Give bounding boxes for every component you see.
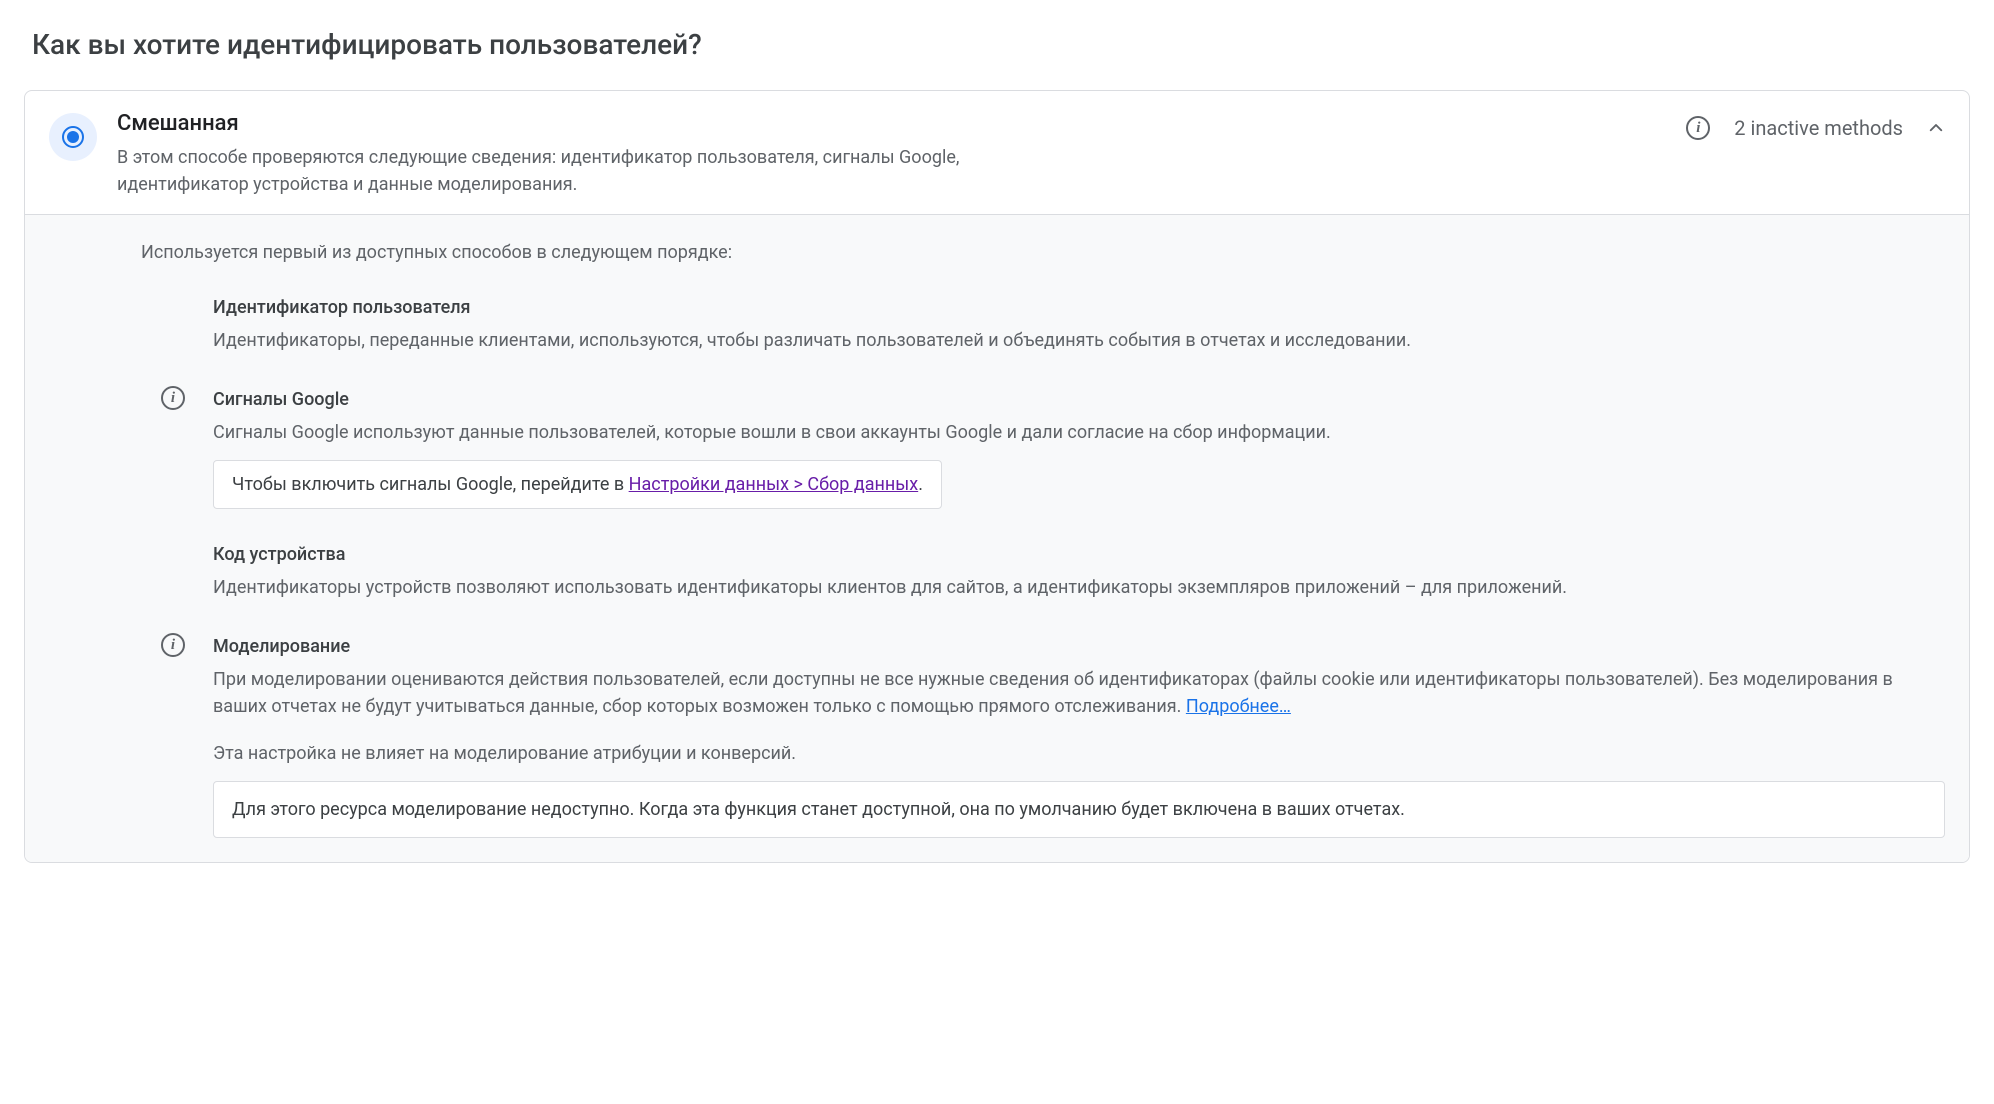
card-body: Используется первый из доступных способо… — [25, 214, 1969, 862]
card-header-right: i 2 inactive methods — [1686, 113, 1945, 143]
method-desc: Сигналы Google используют данные пользов… — [213, 419, 1945, 446]
chevron-up-icon[interactable] — [1927, 119, 1945, 137]
method-user-id: Идентификатор пользователя Идентификатор… — [153, 294, 1945, 354]
method-desc: Идентификаторы, переданные клиентами, ис… — [213, 327, 1945, 354]
modeling-note: Эта настройка не влияет на моделирование… — [213, 740, 1945, 767]
card-subtitle: В этом способе проверяются следующие све… — [117, 144, 1017, 198]
method-title: Код устройства — [213, 541, 1945, 568]
card-header[interactable]: Смешанная В этом способе проверяются сле… — [25, 91, 1969, 214]
method-title: Идентификатор пользователя — [213, 294, 1945, 321]
method-title: Сигналы Google — [213, 386, 1945, 413]
info-icon[interactable]: i — [161, 386, 185, 410]
method-desc: При моделировании оцениваются действия п… — [213, 666, 1945, 720]
info-icon[interactable]: i — [161, 633, 185, 657]
card-title: Смешанная — [117, 107, 1666, 140]
page-title: Как вы хотите идентифицировать пользоват… — [24, 24, 1970, 66]
method-title: Моделирование — [213, 633, 1945, 660]
signals-callout: Чтобы включить сигналы Google, перейдите… — [213, 460, 942, 509]
learn-more-link[interactable]: Подробнее… — [1186, 696, 1291, 717]
method-device-id: Код устройства Идентификаторы устройств … — [153, 541, 1945, 601]
callout-suffix: . — [918, 474, 923, 495]
body-intro: Используется первый из доступных способо… — [141, 239, 1945, 266]
radio-selected[interactable] — [49, 113, 97, 161]
modeling-unavailable-callout: Для этого ресурса моделирование недоступ… — [213, 781, 1945, 838]
reporting-identity-card: Смешанная В этом способе проверяются сле… — [24, 90, 1970, 863]
modeling-desc-text: При моделировании оцениваются действия п… — [213, 669, 1893, 717]
method-google-signals: i Сигналы Google Сигналы Google использу… — [153, 386, 1945, 509]
method-desc: Идентификаторы устройств позволяют испол… — [213, 574, 1945, 601]
inactive-methods-label: 2 inactive methods — [1734, 113, 1903, 143]
data-collection-link[interactable]: Настройки данных > Сбор данных — [629, 474, 919, 495]
method-modeling: i Моделирование При моделировании оценив… — [153, 633, 1945, 838]
card-header-text: Смешанная В этом способе проверяются сле… — [117, 107, 1666, 198]
callout-prefix: Чтобы включить сигналы Google, перейдите… — [232, 474, 629, 495]
info-icon[interactable]: i — [1686, 116, 1710, 140]
